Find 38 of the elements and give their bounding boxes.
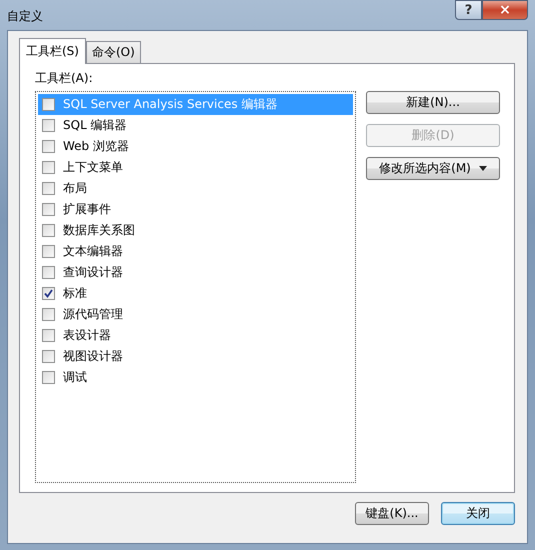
checkbox[interactable] (42, 287, 55, 300)
checkbox[interactable] (42, 245, 55, 258)
checkbox[interactable] (42, 161, 55, 174)
checkbox[interactable] (42, 203, 55, 216)
checkbox[interactable] (42, 329, 55, 342)
tab[interactable]: 工具栏(S) (19, 38, 86, 64)
list-item[interactable]: 标准 (38, 283, 353, 304)
list-item[interactable]: 调试 (38, 367, 353, 388)
list-item[interactable]: 上下文菜单 (38, 157, 353, 178)
help-button[interactable]: ? (455, 0, 482, 20)
list-item[interactable]: 查询设计器 (38, 262, 353, 283)
list-item[interactable]: Web 浏览器 (38, 136, 353, 157)
list-item[interactable]: 视图设计器 (38, 346, 353, 367)
tab[interactable]: 命令(O) (86, 41, 141, 63)
checkbox[interactable] (42, 182, 55, 195)
list-item[interactable]: 布局 (38, 178, 353, 199)
button[interactable]: 新建(N)... (366, 91, 500, 114)
list-item[interactable]: 表设计器 (38, 325, 353, 346)
list-item[interactable]: SQL 编辑器 (38, 115, 353, 136)
checkbox[interactable] (42, 308, 55, 321)
list-label: 工具栏(A): (35, 70, 94, 87)
list-item[interactable]: 源代码管理 (38, 304, 353, 325)
checkbox[interactable] (42, 266, 55, 279)
checkbox[interactable] (42, 371, 55, 384)
button[interactable]: 键盘(K)... (355, 502, 429, 525)
list-item[interactable]: 文本编辑器 (38, 241, 353, 262)
button[interactable]: 修改所选内容(M) (366, 157, 500, 180)
list-item[interactable]: 数据库关系图 (38, 220, 353, 241)
checkbox[interactable] (42, 140, 55, 153)
list-item[interactable]: 扩展事件 (38, 199, 353, 220)
checkbox[interactable] (42, 98, 55, 111)
button[interactable]: 关闭 (441, 502, 515, 525)
window-title: 自定义 (7, 8, 43, 25)
close-button[interactable]: × (482, 0, 528, 20)
checkbox[interactable] (42, 119, 55, 132)
checkbox[interactable] (42, 350, 55, 363)
checkbox[interactable] (42, 224, 55, 237)
toolbar-list[interactable]: SQL Server Analysis Services 编辑器 SQL 编辑器 Web 浏览器 上下文菜单 布局 扩展事件 数据库关系图 文本编辑器 查询设计器 标准 源代码管理 表设计器 视图设计器 调试 (35, 91, 356, 483)
